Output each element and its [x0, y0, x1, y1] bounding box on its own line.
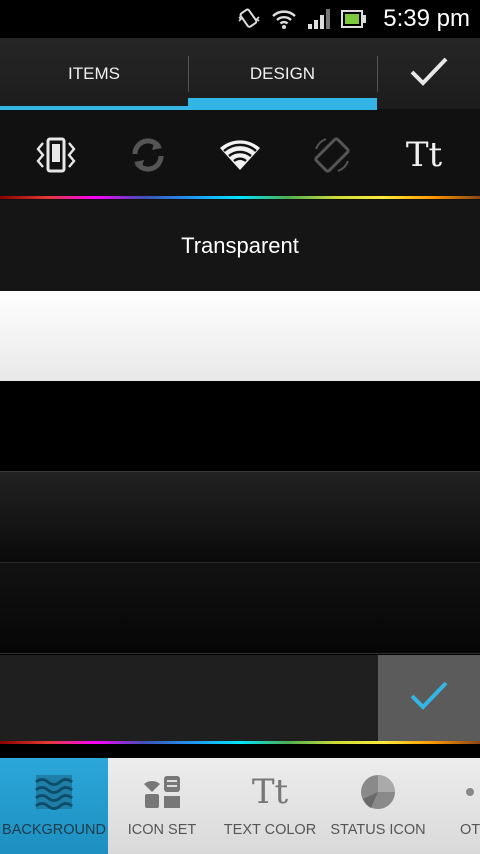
- category-label: OT: [459, 822, 480, 838]
- sync-icon[interactable]: [118, 125, 178, 185]
- vibrate-icon: [237, 7, 261, 31]
- wifi-icon[interactable]: [210, 125, 270, 185]
- tab-bar: ITEMS DESIGN: [0, 38, 480, 110]
- background-option-dark-gradient[interactable]: [0, 472, 480, 563]
- selected-indicator: [378, 655, 480, 741]
- vibrate-icon[interactable]: [26, 125, 86, 185]
- rainbow-divider: [0, 196, 480, 199]
- background-option-black[interactable]: [0, 381, 480, 472]
- battery-icon: [341, 10, 367, 28]
- tab-design-label: DESIGN: [249, 64, 316, 83]
- spacer: [0, 744, 480, 758]
- icon-set-icon: [142, 770, 182, 814]
- tab-design-underline: [188, 98, 377, 110]
- confirm-button[interactable]: [377, 38, 480, 109]
- background-option-transparent[interactable]: Transparent: [0, 200, 480, 291]
- category-bar: BACKGROUND ICON SET Tt TEXT COLOR STATUS…: [0, 758, 480, 854]
- checkmark-icon: [409, 55, 449, 93]
- category-status-icon[interactable]: STATUS ICON: [324, 758, 432, 854]
- background-option-label: Transparent: [181, 232, 299, 258]
- category-label: TEXT COLOR: [223, 822, 317, 838]
- tab-items[interactable]: ITEMS: [0, 38, 188, 110]
- background-option-selected[interactable]: [0, 655, 480, 741]
- signal-icon: [307, 8, 331, 30]
- wifi-icon: [271, 8, 297, 30]
- status-time: 5:39 pm: [383, 5, 470, 32]
- category-label: STATUS ICON: [330, 822, 426, 838]
- background-option-dark-texture[interactable]: [0, 563, 480, 654]
- dot-icon: [465, 770, 475, 814]
- status-icon-icon: [359, 770, 397, 814]
- background-waves-icon: [34, 770, 74, 814]
- text-size-icon[interactable]: Tt: [394, 125, 454, 185]
- background-option-white[interactable]: [0, 291, 480, 381]
- status-bar: 5:39 pm: [0, 0, 480, 38]
- auto-rotate-icon[interactable]: [302, 125, 362, 185]
- category-label: ICON SET: [127, 822, 197, 838]
- tab-items-label: ITEMS: [68, 64, 120, 83]
- category-other[interactable]: OT: [432, 758, 480, 854]
- text-color-icon: Tt: [251, 772, 289, 812]
- category-icon-set[interactable]: ICON SET: [108, 758, 216, 854]
- tab-divider: [377, 56, 378, 92]
- category-background[interactable]: BACKGROUND: [0, 758, 108, 854]
- checkmark-icon: [409, 680, 449, 716]
- tab-design[interactable]: DESIGN: [188, 38, 377, 110]
- quick-settings-preview: Tt: [0, 110, 480, 200]
- category-label: BACKGROUND: [2, 822, 106, 838]
- category-text-color[interactable]: Tt TEXT COLOR: [216, 758, 324, 854]
